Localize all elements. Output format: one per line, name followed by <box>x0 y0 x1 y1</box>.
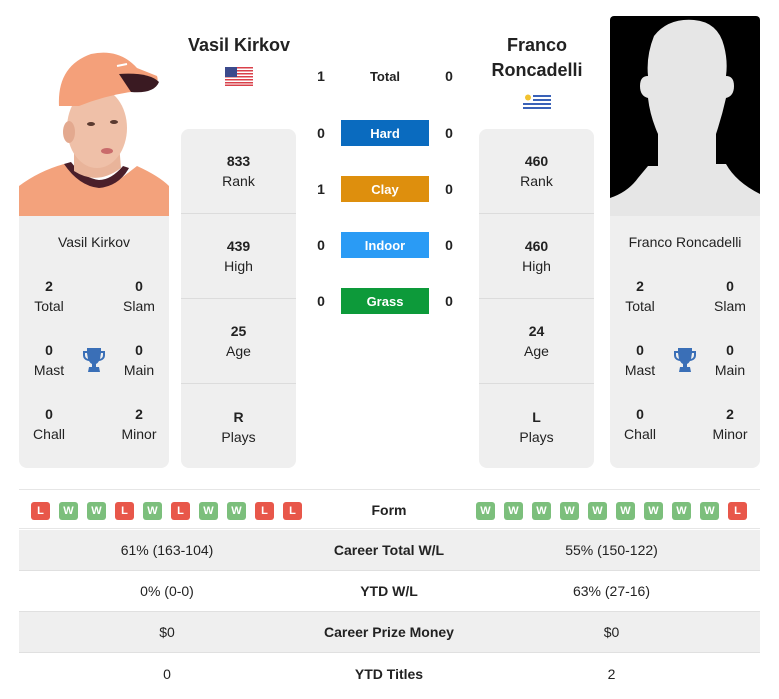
high-cell: 439 High <box>181 214 296 299</box>
form-win-badge: W <box>700 502 719 520</box>
high-cell: 460 High <box>479 214 594 299</box>
rank-cell: 460 Rank <box>479 129 594 214</box>
rank-cell: 833 Rank <box>181 129 296 214</box>
form-win-badge: W <box>532 502 551 520</box>
form-loss-badge: L <box>728 502 747 520</box>
form-loss-badge: L <box>171 502 190 520</box>
player-left-card: Vasil Kirkov 2 Total 0 Slam 0 Mast 0 Mai… <box>19 216 169 468</box>
titles-minor: 2 Minor <box>121 406 157 442</box>
titles-mast: 0 Mast <box>33 342 65 378</box>
titles-slam: 0 Slam <box>123 278 155 314</box>
titles-total: 2 Total <box>34 278 64 314</box>
form-loss-badge: L <box>255 502 274 520</box>
h2h-row-grass: 0 Grass 0 <box>305 288 465 314</box>
age-cell: 24 Age <box>479 299 594 384</box>
trophy-icon <box>83 348 105 372</box>
form-row: LWWLWLWWLL Form WWWWWWWWWL <box>19 489 760 529</box>
comparison-row: 61% (163-104) Career Total W/L 55% (150-… <box>19 530 760 571</box>
player-left-name[interactable]: Vasil Kirkov <box>180 33 298 58</box>
titles-chall: 0 Chall <box>624 406 656 442</box>
form-win-badge: W <box>199 502 218 520</box>
player-right-name[interactable]: Franco Roncadelli <box>478 33 596 83</box>
comparison-row: 0% (0-0) YTD W/L 63% (27-16) <box>19 571 760 612</box>
titles-slam: 0 Slam <box>714 278 746 314</box>
comparison-row: 0 YTD Titles 2 <box>163 665 616 682</box>
form-loss-badge: L <box>31 502 50 520</box>
surface-grass-badge: Grass <box>341 288 429 314</box>
surface-clay-badge: Clay <box>341 176 429 202</box>
form-win-badge: W <box>644 502 663 520</box>
player-left-photo <box>19 46 169 216</box>
uruguay-flag-icon <box>523 93 551 111</box>
player-right-card-name: Franco Roncadelli <box>628 234 742 250</box>
form-win-badge: W <box>588 502 607 520</box>
h2h-row-total: 1 Total 0 <box>317 68 453 84</box>
form-loss-badge: L <box>283 502 302 520</box>
form-win-badge: W <box>560 502 579 520</box>
h2h-row-hard: 0 Hard 0 <box>305 120 465 146</box>
player-left-card-name: Vasil Kirkov <box>57 234 131 250</box>
titles-chall: 0 Chall <box>33 406 65 442</box>
titles-mast: 0 Mast <box>624 342 656 378</box>
form-win-badge: W <box>504 502 523 520</box>
plays-cell: L Plays <box>519 408 554 445</box>
titles-total: 2 Total <box>625 278 655 314</box>
player-left-stats: 833 Rank 439 High 25 Age R Plays <box>181 129 296 468</box>
surface-hard-badge: Hard <box>341 120 429 146</box>
h2h-row-clay: 1 Clay 0 <box>305 176 465 202</box>
form-win-badge: W <box>672 502 691 520</box>
form-win-badge: W <box>143 502 162 520</box>
comparison-row: $0 Career Prize Money $0 <box>19 612 760 653</box>
usa-flag-icon <box>225 67 253 86</box>
form-win-badge: W <box>87 502 106 520</box>
titles-main: 0 Main <box>123 342 155 378</box>
form-loss-badge: L <box>115 502 134 520</box>
form-win-badge: W <box>59 502 78 520</box>
titles-main: 0 Main <box>714 342 746 378</box>
player-right-stats: 460 Rank 460 High 24 Age L Plays <box>479 129 594 468</box>
form-label: Form <box>371 502 407 518</box>
player-right-photo-placeholder <box>610 16 760 216</box>
form-win-badge: W <box>476 502 495 520</box>
plays-cell: R Plays <box>221 408 256 445</box>
titles-minor: 2 Minor <box>712 406 748 442</box>
form-win-badge: W <box>616 502 635 520</box>
h2h-row-indoor: 0 Indoor 0 <box>305 232 465 258</box>
player-right-card: Franco Roncadelli 2 Total 0 Slam 0 Mast … <box>610 216 760 468</box>
surface-indoor-badge: Indoor <box>341 232 429 258</box>
trophy-icon <box>674 348 696 372</box>
age-cell: 25 Age <box>181 299 296 384</box>
form-win-badge: W <box>227 502 246 520</box>
